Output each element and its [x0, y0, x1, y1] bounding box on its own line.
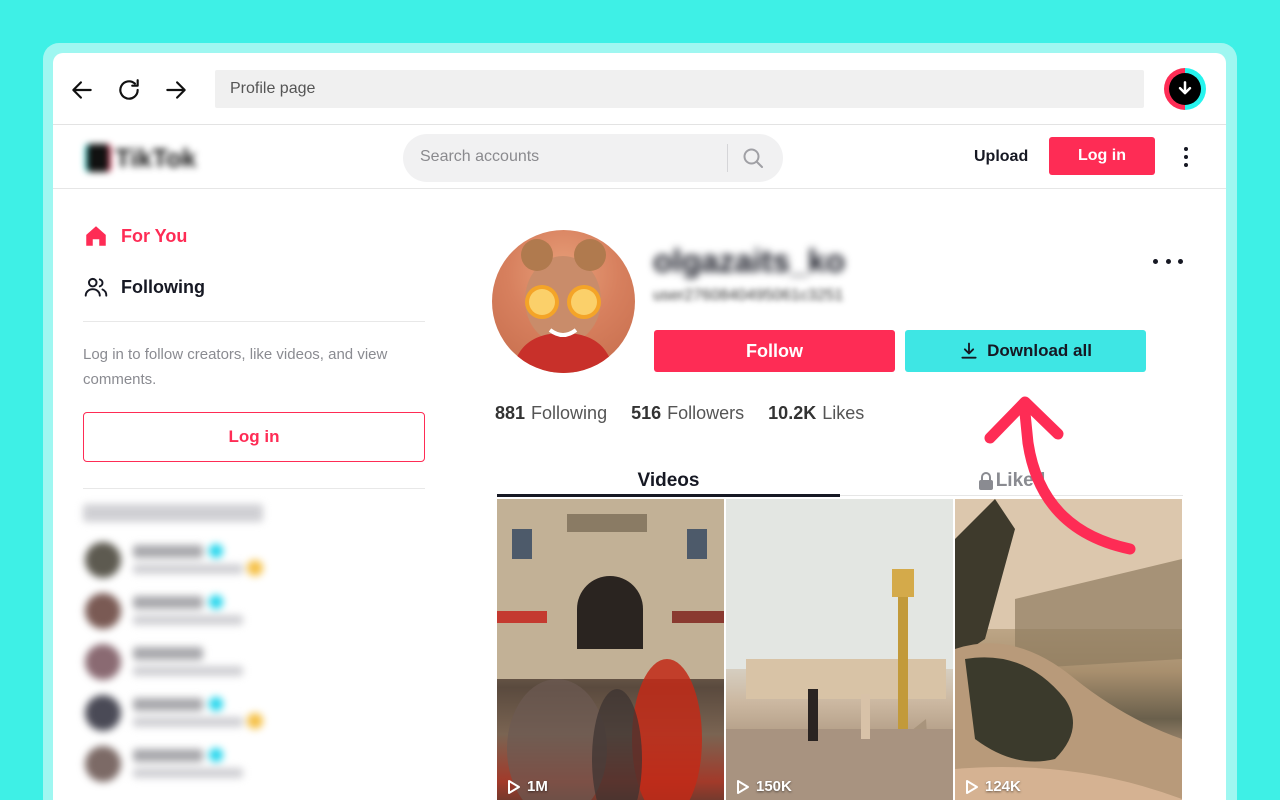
sidebar-item-following[interactable]: Following	[83, 269, 205, 305]
divider	[83, 488, 425, 489]
more-menu-icon[interactable]	[1176, 144, 1196, 170]
search-input[interactable]: Search accounts	[420, 148, 539, 166]
header-login-button[interactable]: Log in	[1049, 137, 1155, 175]
suggested-account[interactable]	[85, 695, 325, 735]
profile-username: olgazaits_ko	[653, 243, 846, 279]
sidebar-item-label: For You	[121, 225, 188, 246]
profile-more-icon[interactable]	[1153, 251, 1183, 271]
tiktok-logo[interactable]: TikTok	[87, 142, 212, 174]
download-circle-icon	[1169, 73, 1201, 105]
video-thumbnail[interactable]: 150K	[726, 499, 953, 800]
tab-label: Videos	[637, 470, 700, 491]
logo-text: TikTok	[115, 142, 197, 173]
suggested-account[interactable]	[85, 746, 325, 786]
sidebar-item-label: Following	[121, 276, 205, 297]
reload-button[interactable]	[114, 75, 144, 105]
arrow-right-icon	[166, 81, 186, 99]
suggested-account[interactable]	[85, 542, 325, 582]
tab-label: Liked	[995, 470, 1046, 491]
people-icon	[84, 277, 108, 297]
tiktok-note-icon	[87, 144, 109, 172]
suggested-account[interactable]	[85, 593, 325, 633]
stat-followers[interactable]: 516 Followers	[631, 403, 744, 424]
reload-icon	[119, 79, 139, 100]
home-icon	[86, 226, 106, 246]
download-all-label: Download all	[987, 341, 1092, 360]
video-views: 150K	[736, 778, 792, 795]
follow-button[interactable]: Follow	[654, 330, 895, 372]
address-bar[interactable]: Profile page	[215, 70, 1144, 108]
sidebar: For You Following Log in to follow creat…	[83, 190, 426, 800]
lock-icon	[978, 472, 993, 490]
video-thumbnail[interactable]: 1M	[497, 499, 724, 800]
tab-active-indicator	[497, 494, 840, 497]
suggested-accounts-title	[83, 504, 263, 522]
download-icon	[961, 342, 977, 359]
stat-likes: 10.2K Likes	[768, 403, 865, 423]
profile-stats: 881 Following 516 Followers 10.2K Likes	[495, 403, 864, 424]
login-hint-text: Log in to follow creators, like videos, …	[83, 346, 388, 388]
video-views: 1M	[507, 778, 548, 795]
video-views: 124K	[965, 778, 1021, 795]
forward-button[interactable]	[161, 75, 191, 105]
browser-toolbar: Profile page	[53, 53, 1226, 125]
site-header: TikTok Search accounts Upload Log in	[53, 126, 1226, 189]
play-icon	[966, 779, 978, 794]
back-button[interactable]	[67, 75, 97, 105]
play-icon	[508, 779, 520, 794]
search-box[interactable]: Search accounts	[403, 134, 783, 182]
upload-link[interactable]: Upload	[974, 148, 1028, 166]
divider	[83, 321, 425, 322]
address-text: Profile page	[230, 80, 316, 97]
extension-download-button[interactable]	[1164, 68, 1206, 110]
play-icon	[737, 779, 749, 794]
arrow-left-icon	[72, 81, 92, 99]
stat-following[interactable]: 881 Following	[495, 403, 607, 424]
browser-window: Profile page TikTok Search accounts Uplo…	[53, 53, 1226, 800]
search-divider	[727, 144, 728, 172]
suggested-account[interactable]	[85, 644, 325, 684]
download-all-button[interactable]: Download all	[905, 330, 1146, 372]
sidebar-item-for-you[interactable]: For You	[83, 218, 187, 254]
video-thumbnail[interactable]: 124K	[955, 499, 1182, 800]
search-icon[interactable]	[741, 146, 765, 170]
profile-handle: user2760840495061c3251	[653, 287, 844, 304]
profile-avatar	[492, 230, 635, 373]
tab-liked[interactable]: Liked	[840, 463, 1183, 499]
sidebar-login-button[interactable]: Log in	[83, 412, 425, 462]
